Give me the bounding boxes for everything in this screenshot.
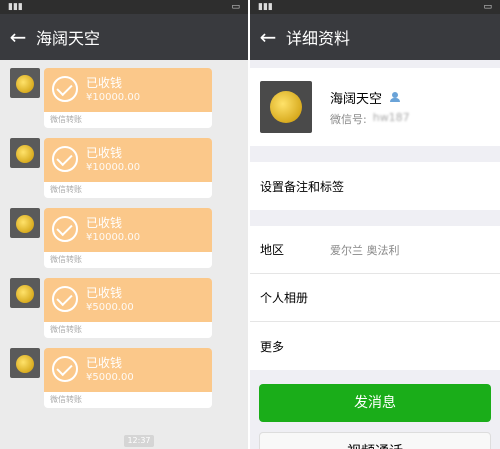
checkmark-icon xyxy=(52,146,78,172)
transfer-amount: ¥5000.00 xyxy=(86,372,134,383)
album-label: 个人相册 xyxy=(260,291,309,305)
chat-row: 已收钱 ¥10000.00 微信转账 xyxy=(0,208,248,278)
battery-icon: ▭ xyxy=(483,2,492,12)
region-value: 爱尔兰 奥法利 xyxy=(330,243,400,257)
transfer-amount: ¥10000.00 xyxy=(86,232,141,243)
transfer-bubble[interactable]: 已收钱 ¥10000.00 微信转账 xyxy=(44,138,212,198)
transfer-status: 已收钱 xyxy=(86,146,123,160)
transfer-label: 微信转账 xyxy=(44,322,212,338)
video-call-button[interactable]: 视频通话 xyxy=(259,432,491,449)
transfer-status: 已收钱 xyxy=(86,216,123,230)
chat-navbar: ← 海阔天空 xyxy=(0,14,248,60)
wechat-id-value: hw187 xyxy=(372,110,410,124)
checkmark-icon xyxy=(52,216,78,242)
signal-icon: ▮▮▮ xyxy=(258,2,273,12)
chat-row: 已收钱 ¥10000.00 微信转账 xyxy=(0,68,248,138)
person-icon xyxy=(390,92,401,102)
status-bar: ▮▮▮ ▭ xyxy=(250,0,500,14)
more-label: 更多 xyxy=(260,339,285,354)
chat-title: 海阔天空 xyxy=(36,29,101,48)
more-item[interactable]: 更多 xyxy=(250,322,500,370)
wechat-id: 微信号: hw187 xyxy=(330,111,410,127)
back-arrow-icon[interactable]: ← xyxy=(250,25,286,49)
profile-pane: ▮▮▮ ▭ ← 详细资料 海阔天空 微信号: hw187 设置备注和标签 地区 … xyxy=(250,0,500,449)
checkmark-icon xyxy=(52,356,78,382)
remarks-section: 设置备注和标签 xyxy=(250,162,500,210)
avatar[interactable] xyxy=(260,81,312,133)
transfer-bubble[interactable]: 已收钱 ¥10000.00 微信转账 xyxy=(44,68,212,128)
avatar[interactable] xyxy=(10,138,40,168)
transfer-bubble[interactable]: 已收钱 ¥5000.00 微信转账 xyxy=(44,278,212,338)
avatar[interactable] xyxy=(10,278,40,308)
battery-icon: ▭ xyxy=(231,2,240,12)
info-section: 地区 爱尔兰 奥法利 个人相册 更多 xyxy=(250,226,500,370)
send-message-button[interactable]: 发消息 xyxy=(259,384,491,422)
transfer-status: 已收钱 xyxy=(86,76,123,90)
transfer-status: 已收钱 xyxy=(86,286,123,300)
transfer-label: 微信转账 xyxy=(44,392,212,408)
avatar[interactable] xyxy=(10,208,40,238)
status-bar: ▮▮▮ ▭ xyxy=(0,0,248,14)
signal-icon: ▮▮▮ xyxy=(8,2,23,12)
chat-row: 已收钱 ¥5000.00 微信转账 xyxy=(0,348,248,418)
time-badge: 12:37 xyxy=(124,435,154,447)
avatar[interactable] xyxy=(10,348,40,378)
checkmark-icon xyxy=(52,76,78,102)
transfer-bubble[interactable]: 已收钱 ¥5000.00 微信转账 xyxy=(44,348,212,408)
wechat-id-label: 微信号: xyxy=(330,112,367,126)
chat-pane: ▮▮▮ ▭ ← 海阔天空 已收钱 ¥10000.00 微信转账 已收钱 ¥100… xyxy=(0,0,248,449)
transfer-label: 微信转账 xyxy=(44,182,212,198)
transfer-amount: ¥10000.00 xyxy=(86,92,141,103)
back-arrow-icon[interactable]: ← xyxy=(0,25,36,49)
remarks-item[interactable]: 设置备注和标签 xyxy=(250,162,500,210)
region-item: 地区 爱尔兰 奥法利 xyxy=(250,226,500,274)
profile-card[interactable]: 海阔天空 微信号: hw187 xyxy=(250,68,500,146)
transfer-amount: ¥5000.00 xyxy=(86,302,134,313)
profile-title: 详细资料 xyxy=(286,29,351,48)
transfer-bubble[interactable]: 已收钱 ¥10000.00 微信转账 xyxy=(44,208,212,268)
transfer-amount: ¥10000.00 xyxy=(86,162,141,173)
checkmark-icon xyxy=(52,286,78,312)
transfer-status: 已收钱 xyxy=(86,356,123,370)
chat-list: 已收钱 ¥10000.00 微信转账 已收钱 ¥10000.00 微信转账 已收… xyxy=(0,60,248,449)
transfer-label: 微信转账 xyxy=(44,252,212,268)
transfer-label: 微信转账 xyxy=(44,112,212,128)
profile-name: 海阔天空 xyxy=(330,91,383,107)
album-item[interactable]: 个人相册 xyxy=(250,274,500,322)
avatar[interactable] xyxy=(10,68,40,98)
chat-row: 已收钱 ¥10000.00 微信转账 xyxy=(0,138,248,208)
chat-row: 已收钱 ¥5000.00 微信转账 xyxy=(0,278,248,348)
screenshot: ▮▮▮ ▭ ← 海阔天空 已收钱 ¥10000.00 微信转账 已收钱 ¥100… xyxy=(0,0,500,449)
remarks-label: 设置备注和标签 xyxy=(260,179,345,194)
region-label: 地区 xyxy=(260,243,285,257)
profile-navbar: ← 详细资料 xyxy=(250,14,500,60)
